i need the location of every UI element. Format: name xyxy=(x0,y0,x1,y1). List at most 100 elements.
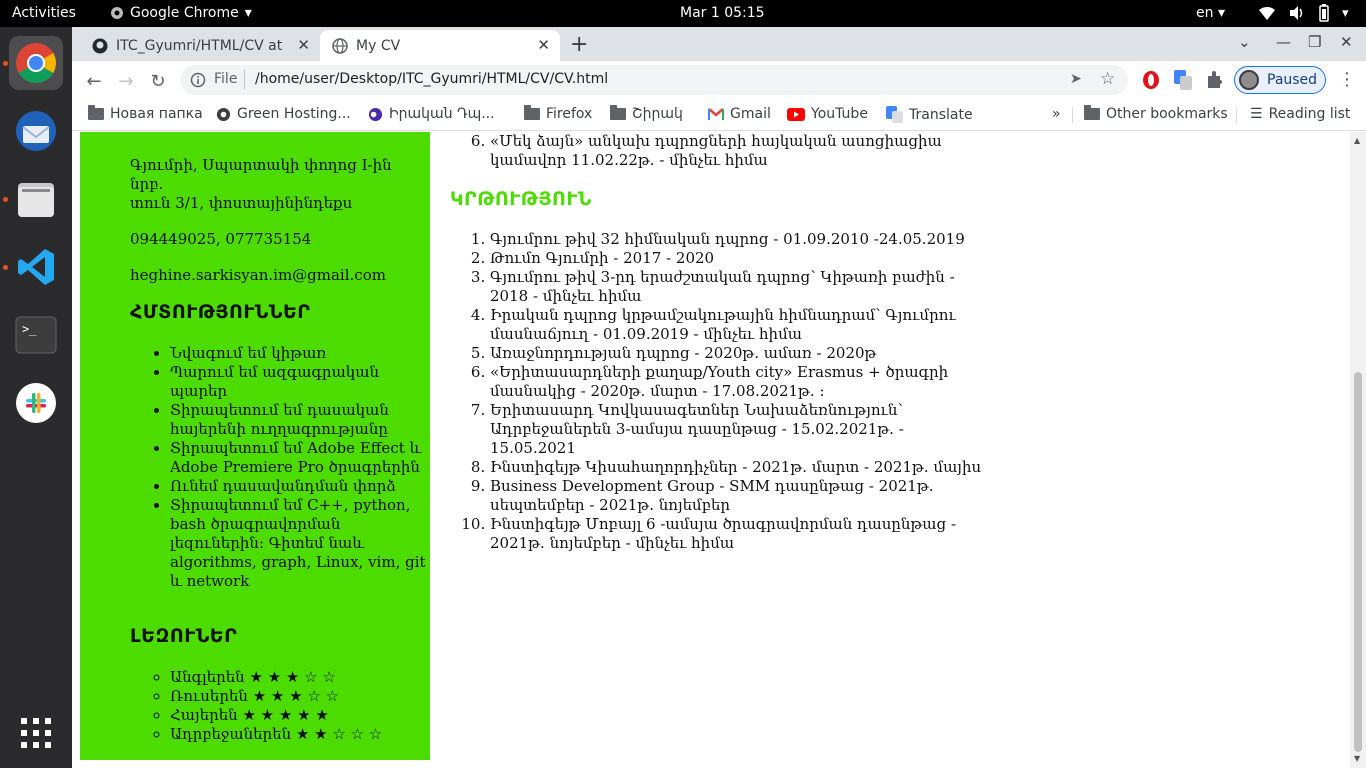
svg-text:>_: >_ xyxy=(22,322,37,336)
list-item: Նվագում եմ կիթառ xyxy=(170,344,428,363)
bookmark-gmail[interactable]: Gmail xyxy=(708,106,771,122)
activities-button[interactable]: Activities xyxy=(12,5,76,21)
languages-list: Անգլերեն ★ ★ ★ ☆ ☆ Ռուսերեն ★ ★ ★ ☆ ☆ Հա… xyxy=(170,668,428,744)
phone: 094449025, 077735154 xyxy=(130,230,312,248)
list-item: Իրական դպրոց կրթամշակութային հիմնադրամ՝ … xyxy=(490,306,990,344)
bookmark-label: YouTube xyxy=(811,106,868,122)
dock: >_ xyxy=(0,27,72,768)
profile-button[interactable]: Paused xyxy=(1234,66,1326,94)
tab-my-cv[interactable]: My CV ✕ xyxy=(320,30,560,61)
url-text[interactable]: /home/user/Desktop/ITC_Gyumri/HTML/CV/CV… xyxy=(255,71,608,87)
bookmark-label: Translate xyxy=(909,106,973,123)
input-language[interactable]: en ▾ xyxy=(1196,5,1225,21)
list-item: Երիտասարդ Կովկասագետներ Նախաձեռնություն՝… xyxy=(490,401,990,458)
close-window-button[interactable]: ✕ xyxy=(1340,33,1353,51)
reading-list[interactable]: ☰ Reading list xyxy=(1250,106,1350,122)
reload-button[interactable]: ↻ xyxy=(146,69,170,93)
list-item: Առաջնորդության դպրոց - 2020թ. ամառ - 202… xyxy=(490,344,990,363)
list-item: Տիրապետում եմ դասական հայերենի ուղղագրու… xyxy=(170,401,428,439)
bookmark-label: Firefox xyxy=(546,106,593,122)
divider xyxy=(1072,107,1073,123)
forward-button[interactable]: → xyxy=(114,69,138,93)
list-item: Ունեմ դասավանդման փորձ xyxy=(170,477,428,496)
page-scrollbar[interactable]: ▲ ▼ xyxy=(1350,132,1366,768)
opera-extension-icon[interactable] xyxy=(1142,70,1160,90)
url-scheme: File xyxy=(214,71,238,87)
dock-slack[interactable] xyxy=(9,376,63,430)
list-item: Ադրբեջաներեն ★ ★ ☆ ☆ ☆ xyxy=(170,725,428,744)
dock-thunderbird[interactable] xyxy=(9,104,63,158)
address-line: տուն 3/1, փոստայինինդեքս xyxy=(130,194,353,212)
dock-files[interactable] xyxy=(9,172,63,226)
languages-heading: ԼԵԶՈՒՆԵՐ xyxy=(130,625,238,647)
app-menu-label: Google Chrome xyxy=(130,5,239,21)
more-menu-icon[interactable]: ⋮ xyxy=(1338,69,1356,90)
dock-chrome[interactable] xyxy=(9,36,63,90)
folder-icon xyxy=(1084,105,1100,120)
tab-github[interactable]: ITC_Gyumri/HTML/CV at master ✕ xyxy=(80,30,320,61)
volume-icon xyxy=(1290,6,1303,20)
close-tab-icon[interactable]: ✕ xyxy=(537,36,550,54)
bookmark-label: Gmail xyxy=(730,106,771,122)
translate-extension-icon[interactable] xyxy=(1174,70,1192,90)
bookmark-irakan-dprots[interactable]: Իրական Դպ... xyxy=(368,106,495,122)
chevron-down-icon: ▾ xyxy=(1342,5,1349,21)
other-bookmarks[interactable]: Other bookmarks xyxy=(1084,105,1228,122)
extensions-puzzle-icon[interactable] xyxy=(1206,70,1224,90)
bookmark-new-folder[interactable]: Новая папка xyxy=(88,105,203,122)
bookmark-translate[interactable]: Translate xyxy=(886,106,973,123)
slack-icon xyxy=(16,383,56,423)
clock[interactable]: Mar 1 05:15 xyxy=(680,5,765,21)
dock-vscode[interactable] xyxy=(9,240,63,294)
bookmark-label: Reading list xyxy=(1268,106,1351,122)
folder-icon xyxy=(610,105,626,120)
system-top-bar: Activities Google Chrome ▾ Mar 1 05:15 e… xyxy=(0,0,1366,27)
bookmark-label: Green Hosting... xyxy=(237,106,351,122)
chevron-down-icon: ▾ xyxy=(244,5,252,21)
system-tray[interactable]: ▾ xyxy=(1258,4,1349,22)
address-line: Գյումրի, Սպարտակի փողոց I-ին նրբ. xyxy=(130,156,392,193)
chrome-small-icon xyxy=(111,7,123,19)
minimize-button[interactable]: — xyxy=(1276,33,1291,51)
bookmark-youtube[interactable]: YouTube xyxy=(787,106,868,122)
send-to-device-icon[interactable]: ➤ xyxy=(1070,71,1082,87)
skills-heading: ՀՄՏՈՒԹՅՈՒՆՆԵՐ xyxy=(130,301,311,323)
scrollbar-thumb[interactable] xyxy=(1354,372,1362,752)
email: heghine.sarkisyan.im@gmail.com xyxy=(130,266,386,284)
scroll-down-icon[interactable]: ▼ xyxy=(1354,754,1360,763)
address-bar[interactable]: File /home/user/Desktop/ITC_Gyumri/HTML/… xyxy=(180,65,1128,95)
cv-sidebar: Գյումրի, Սպարտակի փողոց I-ին նրբ. տուն 3… xyxy=(80,132,430,760)
bookmarks-bar: Новая папка Green Hosting... Իրական Դպ..… xyxy=(72,99,1366,131)
bookmark-star-icon[interactable]: ☆ xyxy=(1100,69,1115,89)
dock-terminal[interactable]: >_ xyxy=(9,308,63,362)
app-menu[interactable]: Google Chrome ▾ xyxy=(110,5,252,21)
dock-show-apps[interactable] xyxy=(9,706,63,760)
more-bookmarks-button[interactable]: » xyxy=(1052,106,1061,122)
tab-search-icon[interactable]: ⌄ xyxy=(1238,33,1251,51)
files-icon xyxy=(18,183,54,217)
running-indicator xyxy=(3,61,8,66)
list-item: Ռուսերեն ★ ★ ★ ☆ ☆ xyxy=(170,687,428,706)
list-item: Տիրապետում եմ C++, python, bash ծրագրավո… xyxy=(170,496,428,591)
list-item: Տիրապետում եմ Adobe Effect և Adobe Premi… xyxy=(170,439,428,477)
bookmark-green-hosting[interactable]: Green Hosting... xyxy=(216,106,351,122)
list-item: Ինստիգեյթ Կիսահաղորդիչներ - 2021թ. մարտ … xyxy=(490,458,990,477)
skills-list: Նվագում եմ կիթառ Պարում եմ ազգագրական պա… xyxy=(170,344,428,591)
address: Գյումրի, Սպարտակի փողոց I-ին նրբ. տուն 3… xyxy=(130,156,400,213)
thunderbird-icon xyxy=(16,111,56,151)
list-item: Հայերեն ★ ★ ★ ★ ★ xyxy=(170,706,428,725)
scroll-up-icon[interactable]: ▲ xyxy=(1354,136,1360,145)
tab-title: My CV xyxy=(356,37,401,54)
avatar xyxy=(1239,70,1259,90)
close-tab-icon[interactable]: ✕ xyxy=(297,36,310,54)
back-button[interactable]: ← xyxy=(82,69,106,93)
profile-status: Paused xyxy=(1267,72,1318,88)
new-tab-button[interactable]: + xyxy=(570,32,588,57)
list-item: Business Development Group - SMM դասընթա… xyxy=(490,477,990,515)
maximize-button[interactable]: ❐ xyxy=(1308,33,1321,51)
list-item: Թումո Գյումրի - 2017 - 2020 xyxy=(490,249,990,268)
bookmark-shirak[interactable]: Շիրակ xyxy=(610,105,683,122)
bookmark-label: Новая папка xyxy=(110,106,203,122)
bookmark-firefox[interactable]: Firefox xyxy=(524,105,593,122)
chrome-icon xyxy=(16,43,56,83)
